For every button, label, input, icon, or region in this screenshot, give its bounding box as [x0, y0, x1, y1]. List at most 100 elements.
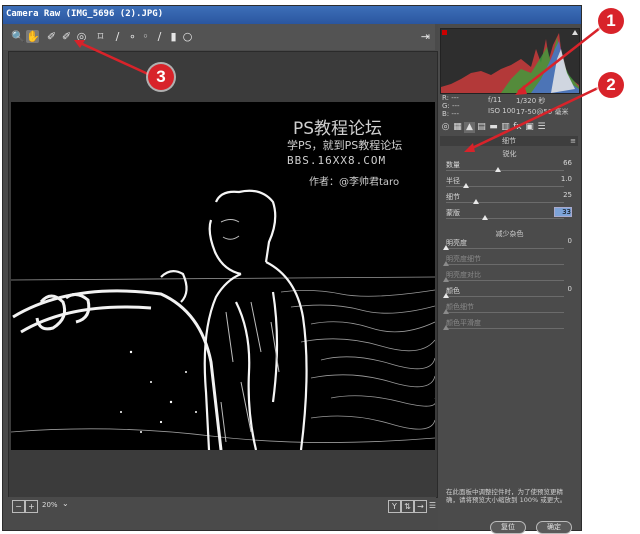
zoom-dropdown-icon[interactable]: ⌄ [62, 499, 69, 508]
camera-calibration-tab-icon[interactable]: ▣ [524, 122, 535, 133]
detail-tab-icon[interactable]: ▲ [464, 122, 475, 133]
effects-tab-icon[interactable]: fx [512, 122, 523, 133]
presets-tab-icon[interactable]: ☰ [536, 122, 547, 133]
noise-slider-track [446, 280, 564, 281]
callout-1: 1 [598, 8, 624, 34]
toolbar: 🔍 ✋ ✐ ✐ ◎ ⌑ ∕ ∘ ◦ ∕ ▮ ○ ⇥ [3, 24, 435, 50]
noise-slider-row: 明亮度细节 [443, 254, 572, 270]
noise-slider-label: 颜色细节 [446, 303, 474, 311]
noise-slider-label: 明亮度对比 [446, 271, 481, 279]
sharpen-slider-track[interactable] [446, 218, 564, 219]
shutter: 1/320 秒 [516, 97, 546, 105]
copy-settings-button[interactable]: → [414, 500, 427, 513]
red-eye-icon[interactable]: ◦ [139, 30, 152, 43]
tone-curve-tab-icon[interactable]: ▦ [452, 122, 463, 133]
camera-info: R: --- G: --- B: --- f/11 1/320 秒 ISO 10… [440, 94, 578, 122]
sharpen-slider-thumb[interactable] [494, 167, 501, 172]
noise-slider-track [446, 328, 564, 329]
basic-tab-icon[interactable]: ◎ [440, 122, 451, 133]
noise-slider-row: 明亮度对比 [443, 270, 572, 286]
split-toning-tab-icon[interactable]: ▬ [488, 122, 499, 133]
sharpen-slider-row[interactable]: 半径 1.0 [446, 175, 572, 192]
noise-slider-label: 明亮度 [446, 239, 467, 247]
sharpen-title: 锐化 [502, 150, 517, 158]
noise-slider-value[interactable]: 0 [556, 285, 572, 293]
sharpen-slider-row[interactable]: 细节 25 [446, 191, 572, 208]
preview-note: 在此面板中调整控件时，为了使预览更精确，请将预览大小缩放到 100% 或更大。 [446, 488, 567, 504]
callout-2: 2 [598, 72, 624, 98]
watermark-title: PS教程论坛 [293, 119, 383, 139]
zoom-in-button[interactable]: + [25, 500, 38, 513]
b-readout: B: --- [442, 110, 459, 118]
white-balance-icon[interactable]: ✐ [45, 30, 58, 43]
sharpen-slider-thumb[interactable] [463, 183, 470, 188]
sharpen-slider-row[interactable]: 数量 66 [446, 159, 572, 176]
hsl-tab-icon[interactable]: ▤ [476, 122, 487, 133]
noise-slider-value[interactable]: 0 [556, 237, 572, 245]
iso: ISO 100 [488, 107, 516, 115]
preview-prefs-icon[interactable]: ☰ [427, 500, 438, 511]
sharpen-slider-row[interactable]: 蒙版 33 [446, 207, 572, 224]
straighten-icon[interactable]: ∕ [111, 30, 124, 43]
zoom-icon[interactable]: 🔍 [11, 30, 25, 43]
graduated-filter-icon[interactable]: ▮ [167, 30, 180, 43]
ok-button[interactable]: 确定 [536, 521, 572, 534]
right-panel: R: --- G: --- B: --- f/11 1/320 秒 ISO 10… [438, 24, 581, 534]
sharpen-slider-track[interactable] [446, 170, 564, 171]
before-after-y-button[interactable]: Y [388, 500, 401, 513]
noise-slider-row: 颜色平滑度 [443, 318, 572, 334]
sharpen-slider-value[interactable]: 66 [556, 159, 572, 167]
camera-raw-window: Camera Raw (IMG_5696 (2).JPG) 🔍 ✋ ✐ ✐ ◎ … [2, 5, 582, 534]
lens-tab-icon[interactable]: ▥ [500, 122, 511, 133]
sharpen-slider-label: 数量 [446, 161, 460, 169]
sharpen-slider-thumb[interactable] [481, 215, 488, 220]
sharpen-slider-value[interactable]: 33 [554, 207, 572, 217]
hand-icon[interactable]: ✋ [26, 30, 40, 43]
spot-removal-icon[interactable]: ∘ [126, 30, 139, 43]
noise-slider-thumb [443, 325, 449, 330]
preview-image: PS教程论坛 学PS，就到PS教程论坛 BBS.16XX8.COM 作者：@李帅… [11, 102, 435, 450]
noise-slider-track [446, 264, 564, 265]
noise-slider-track[interactable] [446, 296, 564, 297]
noise-slider-row: 颜色细节 [443, 302, 572, 318]
sharpen-slider-label: 细节 [446, 193, 460, 201]
sharpen-slider-value[interactable]: 1.0 [556, 175, 572, 183]
sharpen-slider-value[interactable]: 25 [556, 191, 572, 199]
histogram-graph [441, 30, 579, 93]
panel-title-text: 细节 [502, 137, 516, 145]
zoom-out-button[interactable]: − [12, 500, 25, 513]
callout-3: 3 [148, 64, 174, 90]
panel-menu-icon[interactable]: ≡ [570, 136, 576, 146]
g-readout: G: --- [442, 102, 460, 110]
title-bar: Camera Raw (IMG_5696 (2).JPG) [3, 6, 581, 24]
r-readout: R: --- [442, 94, 459, 102]
sharpen-slider-track[interactable] [446, 202, 564, 203]
preferences-icon[interactable]: ⇥ [419, 30, 432, 43]
window-title: Camera Raw (IMG_5696 (2).JPG) [6, 9, 164, 19]
swap-settings-button[interactable]: ⇅ [401, 500, 414, 513]
adjustment-brush-icon[interactable]: ∕ [153, 30, 166, 43]
watermark-subtitle: 学PS，就到PS教程论坛 [287, 139, 403, 152]
noise-slider-thumb [443, 309, 449, 314]
noise-slider-row[interactable]: 明亮度 0 [443, 237, 572, 254]
status-bar: − + 20% ⌄ Y ⇅ → ☰ [8, 497, 436, 515]
noise-slider-thumb[interactable] [443, 245, 449, 250]
watermark-url: BBS.16XX8.COM [287, 154, 387, 167]
color-sampler-icon[interactable]: ✐ [60, 30, 73, 43]
radial-filter-icon[interactable]: ○ [181, 30, 194, 43]
panel-title: 细节 ≡ [440, 136, 578, 146]
noise-slider-track[interactable] [446, 248, 564, 249]
watermark-author: 作者：@李帅君taro [309, 177, 400, 188]
aperture: f/11 [488, 96, 502, 104]
sharpen-slider-label: 半径 [446, 177, 460, 185]
noise-slider-thumb [443, 261, 449, 266]
noise-slider-row[interactable]: 颜色 0 [443, 285, 572, 302]
crop-icon[interactable]: ⌑ [94, 30, 107, 43]
sharpen-slider-thumb[interactable] [472, 199, 479, 204]
reset-button[interactable]: 复位 [490, 521, 526, 534]
noise-slider-thumb[interactable] [443, 293, 449, 298]
noise-slider-thumb [443, 277, 449, 282]
zoom-level[interactable]: 20% [42, 501, 58, 509]
preview-canvas[interactable]: PS教程论坛 学PS，就到PS教程论坛 BBS.16XX8.COM 作者：@李帅… [8, 51, 438, 498]
targeted-adjust-icon[interactable]: ◎ [75, 30, 88, 43]
